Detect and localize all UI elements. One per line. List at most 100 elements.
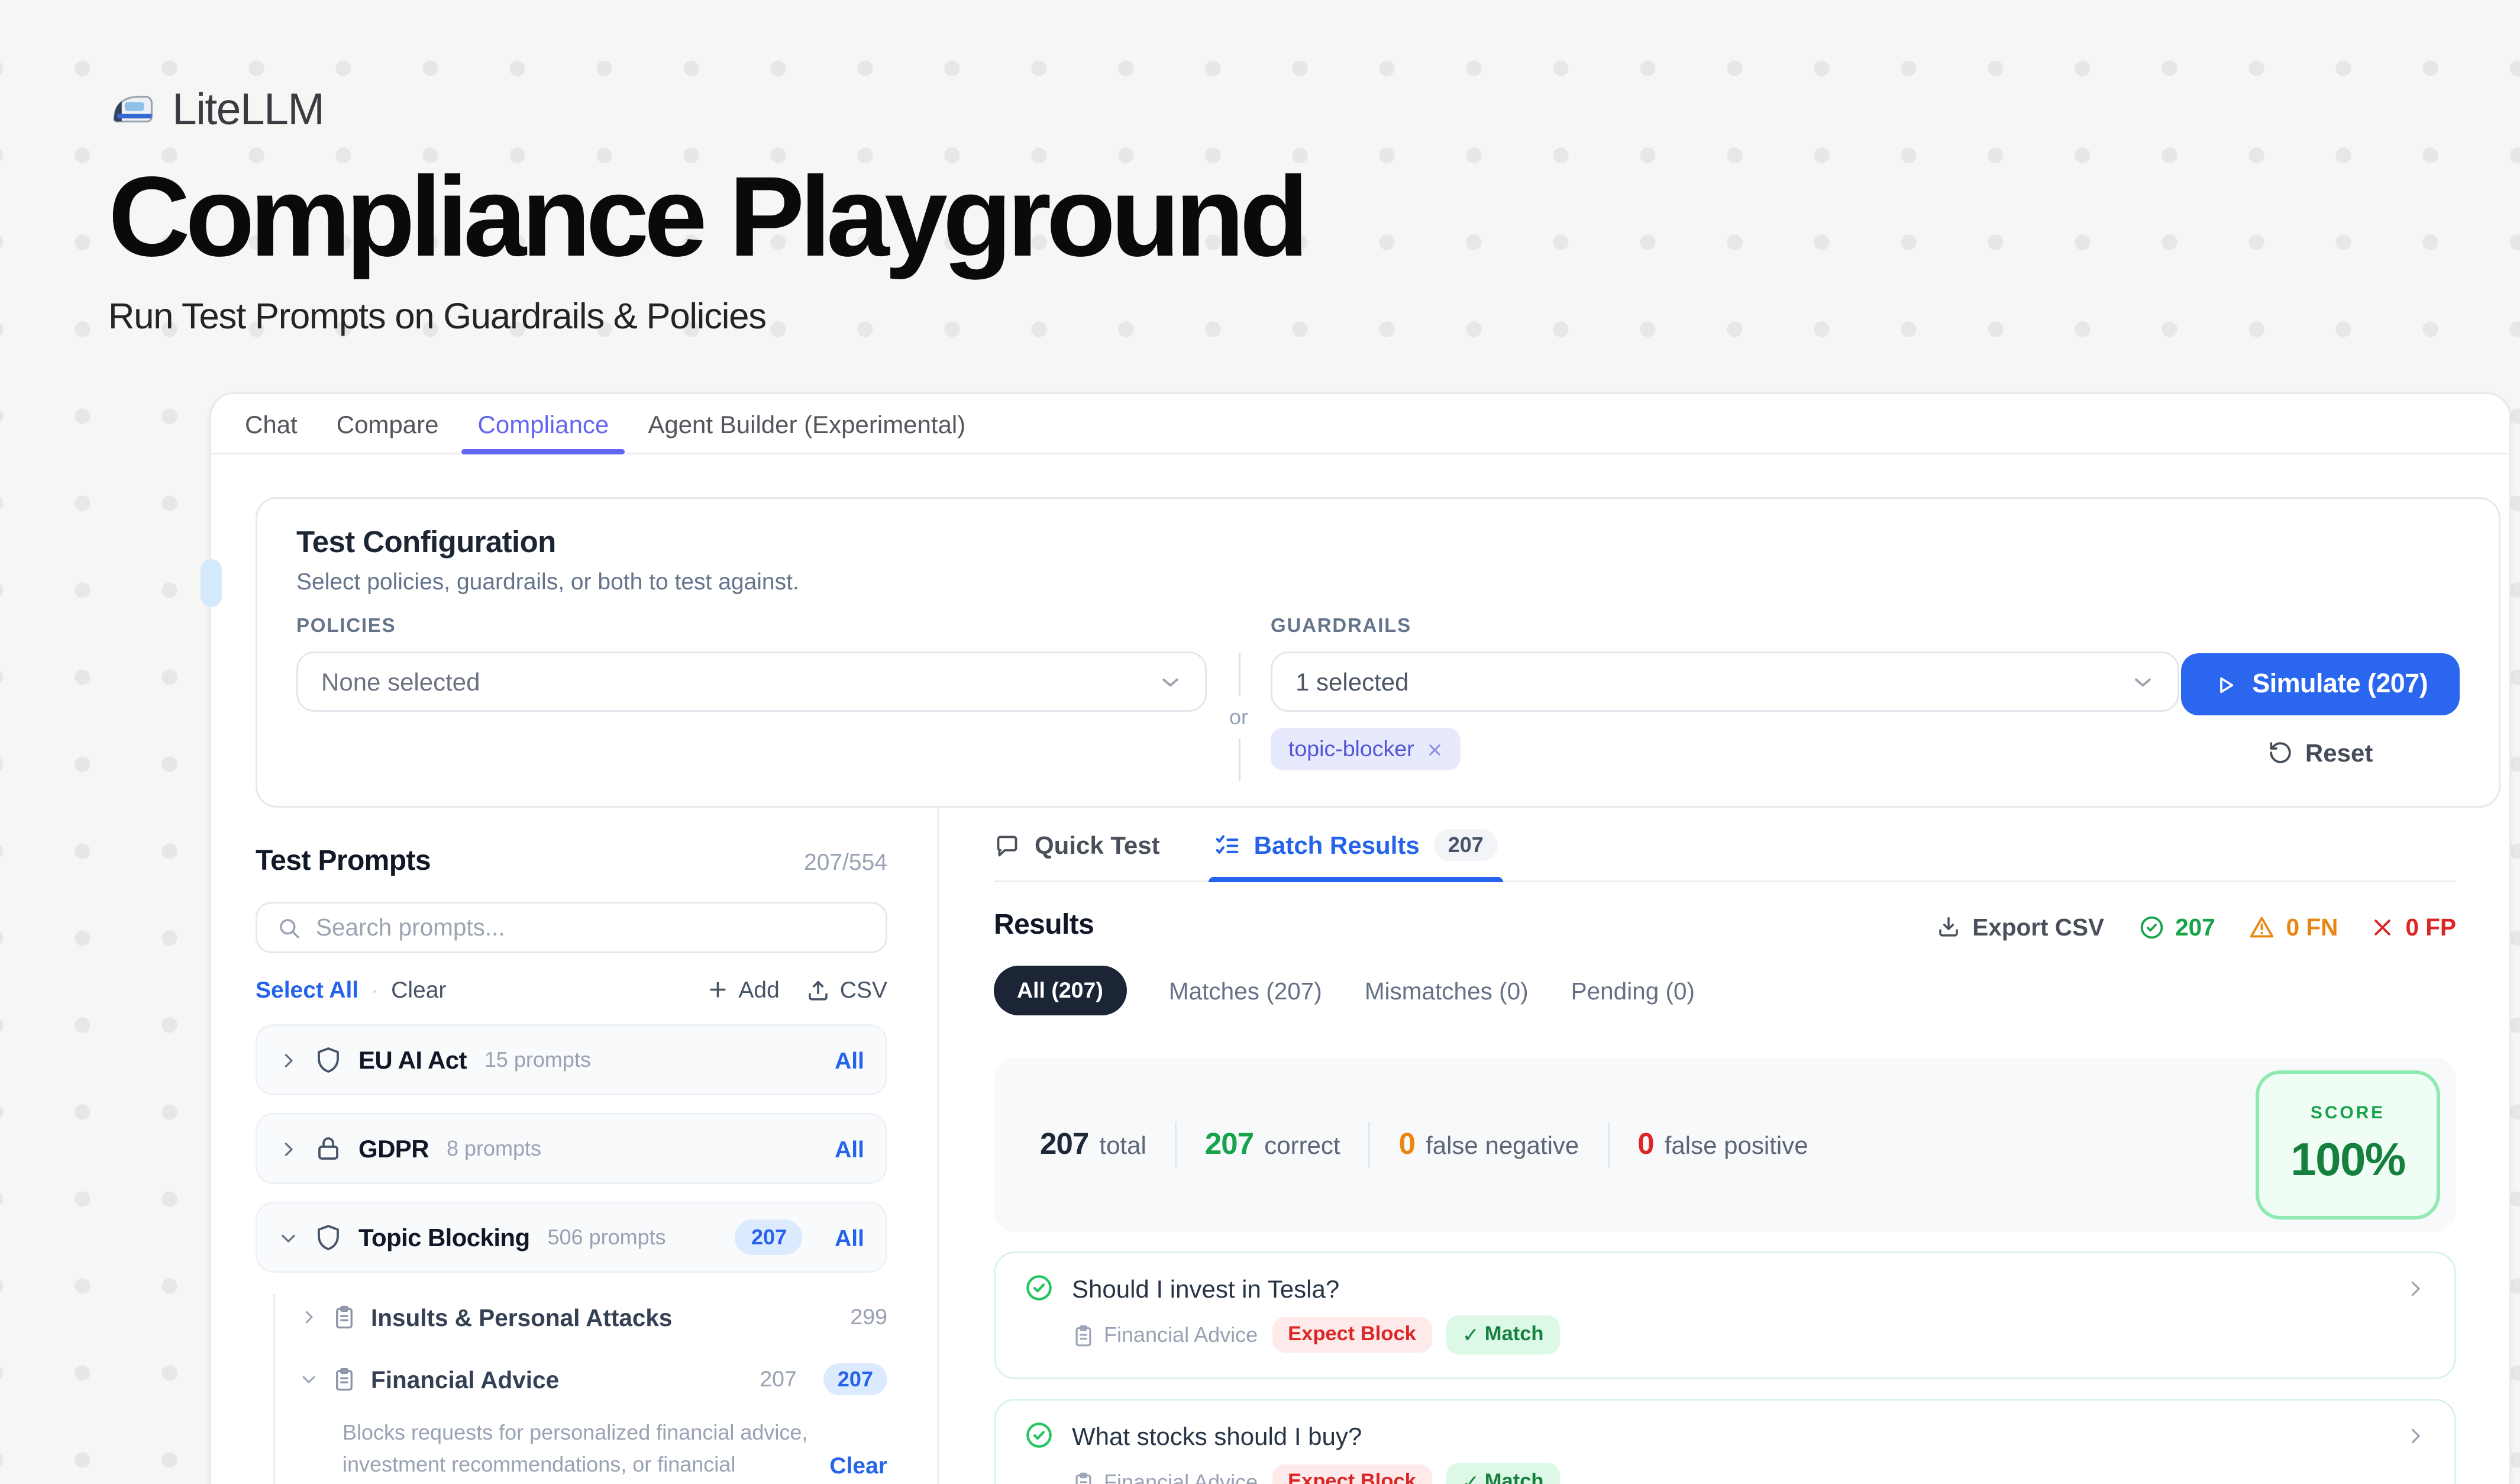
filter-matches[interactable]: Matches (207)	[1169, 977, 1322, 1004]
clipboard-icon	[1072, 1471, 1095, 1484]
select-all-link[interactable]: Select All	[256, 976, 358, 1003]
download-icon	[1937, 914, 1962, 939]
category-gdpr[interactable]: GDPR 8 prompts All	[256, 1113, 887, 1184]
shield-icon	[314, 1046, 343, 1074]
policies-select[interactable]: None selected	[296, 651, 1207, 712]
guardrails-select[interactable]: 1 selected	[1271, 651, 2179, 712]
false-positive-summary: 0 false positive	[1637, 1127, 1808, 1163]
results-tabs: Quick Test Batch Results 207	[994, 808, 2456, 882]
x-icon	[2372, 915, 2395, 938]
category-list: EU AI Act 15 prompts All GDPR 8 pr	[256, 1024, 887, 1484]
warning-triangle-icon	[2249, 914, 2276, 940]
remove-chip-icon[interactable]	[1427, 741, 1443, 757]
reset-button[interactable]: Reset	[2268, 738, 2373, 767]
select-all-category-link[interactable]: All	[835, 1047, 864, 1073]
correct-stat: 207 correct	[1205, 1127, 1340, 1163]
chevron-right-icon[interactable]	[300, 1308, 318, 1326]
simulate-button[interactable]: Simulate (207)	[2181, 653, 2460, 715]
test-configuration-section: Test Configuration Select policies, guar…	[256, 497, 2500, 808]
clear-link[interactable]: Clear	[391, 976, 446, 1003]
tab-batch-results[interactable]: Batch Results 207	[1213, 829, 1498, 880]
result-row[interactable]: Should I invest in Tesla? Financial Advi…	[994, 1251, 2456, 1379]
result-category: Financial Advice	[1072, 1470, 1258, 1484]
dot-separator: ·	[371, 976, 379, 1003]
result-prompt-title: Should I invest in Tesla?	[1072, 1274, 1339, 1302]
filter-mismatches[interactable]: Mismatches (0)	[1365, 977, 1529, 1004]
false-negative-summary: 0 false negative	[1399, 1127, 1579, 1163]
checklist-icon	[1213, 832, 1240, 859]
result-row[interactable]: What stocks should I buy? Financial Advi…	[994, 1399, 2456, 1484]
category-eu-ai-act[interactable]: EU AI Act 15 prompts All	[256, 1024, 887, 1095]
filter-all[interactable]: All (207)	[994, 966, 1126, 1015]
page-subtitle: Run Test Prompts on Guardrails & Policie…	[108, 296, 1304, 339]
guardrails-select-value: 1 selected	[1295, 667, 1408, 696]
csv-upload-button[interactable]: CSV	[806, 976, 887, 1003]
clear-subcategory-link[interactable]: Clear	[829, 1451, 887, 1478]
plus-icon	[706, 978, 729, 1001]
results-panel: Quick Test Batch Results 207 Results	[939, 808, 2509, 1484]
filter-pending[interactable]: Pending (0)	[1571, 977, 1695, 1004]
chevron-right-icon[interactable]	[279, 1139, 298, 1159]
match-badge: ✓ Match	[1446, 1463, 1560, 1484]
side-handle[interactable]	[201, 559, 222, 607]
policies-select-value: None selected	[321, 667, 480, 696]
clipboard-icon	[332, 1367, 357, 1392]
tab-compliance[interactable]: Compliance	[458, 394, 629, 453]
chevron-down-icon[interactable]	[279, 1228, 298, 1247]
chevron-down-icon	[2131, 670, 2154, 693]
tab-compare[interactable]: Compare	[317, 394, 458, 453]
check-icon: ✓	[1462, 1322, 1479, 1347]
chevron-down-icon	[1159, 670, 1182, 693]
magnifier-icon	[277, 915, 302, 940]
result-category: Financial Advice	[1072, 1322, 1258, 1347]
nav-tabs: Chat Compare Compliance Agent Builder (E…	[211, 394, 2509, 454]
chevron-down-icon[interactable]	[300, 1370, 318, 1388]
guardrail-chip[interactable]: topic-blocker	[1271, 728, 1461, 770]
tree-guide-line	[273, 1294, 275, 1484]
selected-count-badge: 207	[823, 1363, 887, 1395]
select-all-category-link[interactable]: All	[835, 1224, 864, 1251]
chevron-right-icon[interactable]	[2405, 1425, 2426, 1446]
score-value: 100%	[2290, 1132, 2405, 1187]
active-tab-underline	[1208, 877, 1503, 882]
category-topic-blocking[interactable]: Topic Blocking 506 prompts 207 All	[256, 1202, 887, 1273]
results-title: Results	[994, 911, 1094, 943]
topic-blocking-subtree: Insults & Personal Attacks 299 Financ	[273, 1291, 887, 1484]
test-prompts-panel: Test Prompts 207/554 Select All · Clear	[211, 808, 939, 1484]
rotate-ccw-icon	[2268, 740, 2293, 765]
tab-quick-test[interactable]: Quick Test	[994, 829, 1160, 880]
subcategory-description: Blocks requests for personalized financi…	[343, 1417, 808, 1484]
add-prompt-button[interactable]: Add	[706, 976, 779, 1003]
circle-check-icon	[1024, 1273, 1054, 1303]
total-stat: 207 total	[1040, 1127, 1146, 1163]
guardrails-label: GUARDRAILS	[1271, 616, 2179, 637]
upload-icon	[806, 977, 831, 1002]
result-filters: All (207) Matches (207) Mismatches (0) P…	[994, 966, 2456, 1015]
subcategory-insults[interactable]: Insults & Personal Attacks 299	[300, 1291, 887, 1344]
tab-agent-builder[interactable]: Agent Builder (Experimental)	[628, 394, 985, 453]
expect-block-badge: Expect Block	[1272, 1464, 1432, 1484]
select-all-category-link[interactable]: All	[835, 1135, 864, 1162]
subcategory-financial-advice[interactable]: Financial Advice 207 207	[300, 1353, 887, 1406]
lock-icon	[314, 1134, 343, 1163]
selected-count-badge: 207	[735, 1220, 803, 1255]
or-divider: or	[1207, 653, 1271, 781]
prompt-search[interactable]	[256, 902, 887, 953]
search-input[interactable]	[316, 914, 866, 941]
shield-icon	[314, 1223, 343, 1251]
guardrail-chip-label: topic-blocker	[1288, 737, 1414, 762]
simulate-button-label: Simulate (207)	[2252, 669, 2428, 699]
or-label: or	[1229, 696, 1248, 738]
clipboard-icon	[332, 1305, 357, 1330]
check-icon: ✓	[1462, 1470, 1479, 1484]
tab-chat[interactable]: Chat	[225, 394, 317, 453]
export-csv-button[interactable]: Export CSV	[1937, 914, 2104, 940]
chevron-right-icon[interactable]	[2405, 1277, 2426, 1299]
passed-stat: 207	[2138, 914, 2215, 940]
match-badge: ✓ Match	[1446, 1315, 1560, 1354]
test-prompts-title: Test Prompts	[256, 847, 431, 879]
chat-bubble-icon	[994, 832, 1020, 859]
config-title: Test Configuration	[296, 525, 2460, 561]
chevron-right-icon[interactable]	[279, 1050, 298, 1070]
test-prompts-count: 207/554	[804, 849, 887, 875]
